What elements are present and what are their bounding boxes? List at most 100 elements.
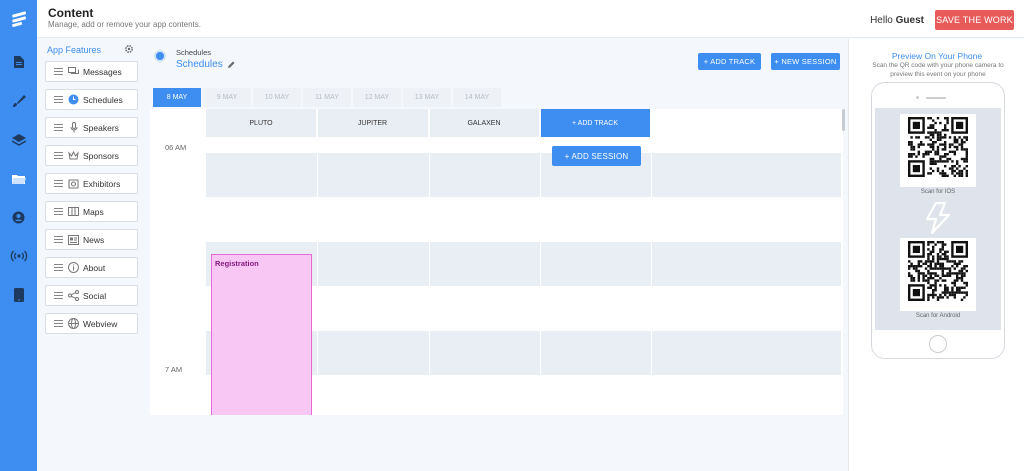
feature-label: Webview bbox=[83, 318, 118, 329]
phone-speaker bbox=[926, 97, 946, 99]
qr-label-ios: Scan for IOS bbox=[920, 189, 956, 195]
time-label: 7 AM bbox=[165, 365, 183, 374]
feature-label: Exhibitors bbox=[83, 178, 121, 189]
crown-icon bbox=[68, 150, 79, 161]
document-icon[interactable] bbox=[0, 51, 37, 73]
track-header-pluto[interactable]: PLUTO bbox=[206, 109, 317, 137]
date-tab[interactable]: 10 MAY bbox=[253, 88, 301, 107]
greeting-text: Hello bbox=[870, 15, 893, 26]
phone-icon[interactable] bbox=[0, 284, 37, 306]
phone-frame: Scan for IOS Scan for Android bbox=[871, 82, 1005, 359]
qr-code-android bbox=[900, 238, 976, 311]
date-tab[interactable]: 9 MAY bbox=[203, 88, 251, 107]
grid-add-track-button[interactable]: + ADD TRACK bbox=[540, 109, 651, 137]
new-session-button[interactable]: + NEW SESSION bbox=[771, 53, 840, 70]
grid-band bbox=[206, 153, 841, 197]
feature-label: Sponsors bbox=[83, 150, 119, 161]
lightning-icon bbox=[922, 201, 954, 238]
top-header: Content Manage, add or remove your app c… bbox=[37, 0, 1024, 38]
qr-code-ios bbox=[900, 114, 976, 187]
folder-icon[interactable] bbox=[0, 168, 37, 190]
session-title: Registration bbox=[215, 259, 259, 268]
phone-preview-panel: Preview On Your Phone Scan the QR code w… bbox=[848, 39, 1024, 471]
feature-label: Maps bbox=[83, 206, 104, 217]
date-tab[interactable]: 11 MAY bbox=[303, 88, 351, 107]
column-divider bbox=[540, 109, 541, 415]
clock-icon bbox=[68, 94, 79, 105]
feature-item-social[interactable]: Social bbox=[45, 285, 138, 306]
feature-item-sponsors[interactable]: Sponsors bbox=[45, 145, 138, 166]
app-features-title: App Features bbox=[47, 45, 102, 55]
qr-label-android: Scan for Android bbox=[915, 313, 961, 319]
qr-code-icon bbox=[908, 241, 968, 301]
feature-item-exhibitors[interactable]: Exhibitors bbox=[45, 173, 138, 194]
page-subtitle: Manage, add or remove your app contents. bbox=[48, 20, 201, 29]
drag-handle-icon[interactable] bbox=[54, 236, 63, 243]
drag-handle-icon[interactable] bbox=[54, 292, 63, 299]
globe-icon bbox=[68, 318, 79, 329]
feature-item-maps[interactable]: Maps bbox=[45, 201, 138, 222]
drag-handle-icon[interactable] bbox=[54, 68, 63, 75]
feature-label: News bbox=[83, 234, 105, 245]
pencil-icon[interactable] bbox=[227, 60, 235, 72]
feature-label: Social bbox=[83, 290, 107, 301]
feature-label: Schedules bbox=[83, 94, 123, 105]
broadcast-icon[interactable] bbox=[0, 245, 37, 267]
feature-label: About bbox=[83, 262, 106, 273]
feature-label: Speakers bbox=[83, 122, 119, 133]
add-track-button[interactable]: + ADD TRACK bbox=[698, 53, 761, 70]
layers-icon[interactable] bbox=[0, 129, 37, 151]
preview-title: Preview On Your Phone bbox=[891, 51, 983, 61]
drag-handle-icon[interactable] bbox=[54, 152, 63, 159]
feature-item-messages[interactable]: Messages bbox=[45, 61, 138, 82]
schedule-panel: Schedules Schedules + ADD TRACK + NEW SE… bbox=[148, 39, 847, 471]
app-features-panel: App Features Messages Schedules Speakers… bbox=[37, 39, 144, 339]
drag-handle-icon[interactable] bbox=[54, 208, 63, 215]
news-icon bbox=[68, 234, 79, 245]
date-tab[interactable]: 14 MAY bbox=[453, 88, 501, 107]
drag-handle-icon[interactable] bbox=[54, 320, 63, 327]
time-label: 06 AM bbox=[165, 143, 187, 152]
feature-item-speakers[interactable]: Speakers bbox=[45, 117, 138, 138]
breadcrumb[interactable]: Schedules bbox=[176, 48, 211, 57]
user-name[interactable]: Guest bbox=[896, 15, 924, 26]
feature-item-webview[interactable]: Webview bbox=[45, 313, 138, 334]
date-tab[interactable]: 13 MAY bbox=[403, 88, 451, 107]
page-title: Content bbox=[48, 6, 94, 20]
chat-icon bbox=[68, 66, 79, 77]
drag-handle-icon[interactable] bbox=[54, 264, 63, 271]
feature-item-news[interactable]: News bbox=[45, 229, 138, 250]
brush-icon[interactable] bbox=[0, 90, 37, 112]
session-registration[interactable]: Registration bbox=[211, 254, 312, 415]
greeting: Hello Guest bbox=[870, 15, 924, 26]
drag-handle-icon[interactable] bbox=[54, 180, 63, 187]
gear-icon[interactable] bbox=[124, 44, 134, 57]
schedule-clock-icon bbox=[154, 50, 166, 62]
column-divider bbox=[429, 109, 430, 415]
add-session-button[interactable]: + ADD SESSION bbox=[552, 146, 641, 166]
schedule-grid: PLUTO JUPITER GALAXEN + ADD TRACK + ADD … bbox=[150, 109, 843, 415]
feature-item-schedules[interactable]: Schedules bbox=[45, 89, 138, 110]
save-button[interactable]: SAVE THE WORK bbox=[935, 10, 1014, 30]
column-divider bbox=[651, 109, 652, 415]
qr-code-icon bbox=[908, 117, 968, 177]
map-icon bbox=[68, 206, 79, 217]
date-tab[interactable]: 12 MAY bbox=[353, 88, 401, 107]
share-icon bbox=[68, 290, 79, 301]
feature-item-about[interactable]: About bbox=[45, 257, 138, 278]
feature-label: Messages bbox=[83, 66, 122, 77]
user-icon[interactable] bbox=[0, 206, 37, 228]
track-header-galaxen[interactable]: GALAXEN bbox=[429, 109, 540, 137]
logo-icon[interactable] bbox=[0, 0, 37, 38]
phone-camera bbox=[916, 96, 919, 99]
store-icon bbox=[68, 178, 79, 189]
column-divider bbox=[317, 109, 318, 415]
info-icon bbox=[68, 262, 79, 273]
schedule-title[interactable]: Schedules bbox=[176, 59, 223, 70]
date-tab[interactable]: 8 MAY bbox=[153, 88, 201, 107]
drag-handle-icon[interactable] bbox=[54, 124, 63, 131]
vertical-scrollbar[interactable] bbox=[842, 109, 845, 131]
track-header-jupiter[interactable]: JUPITER bbox=[317, 109, 429, 137]
drag-handle-icon[interactable] bbox=[54, 96, 63, 103]
preview-description: Scan the QR code with your phone camera … bbox=[872, 62, 1004, 78]
